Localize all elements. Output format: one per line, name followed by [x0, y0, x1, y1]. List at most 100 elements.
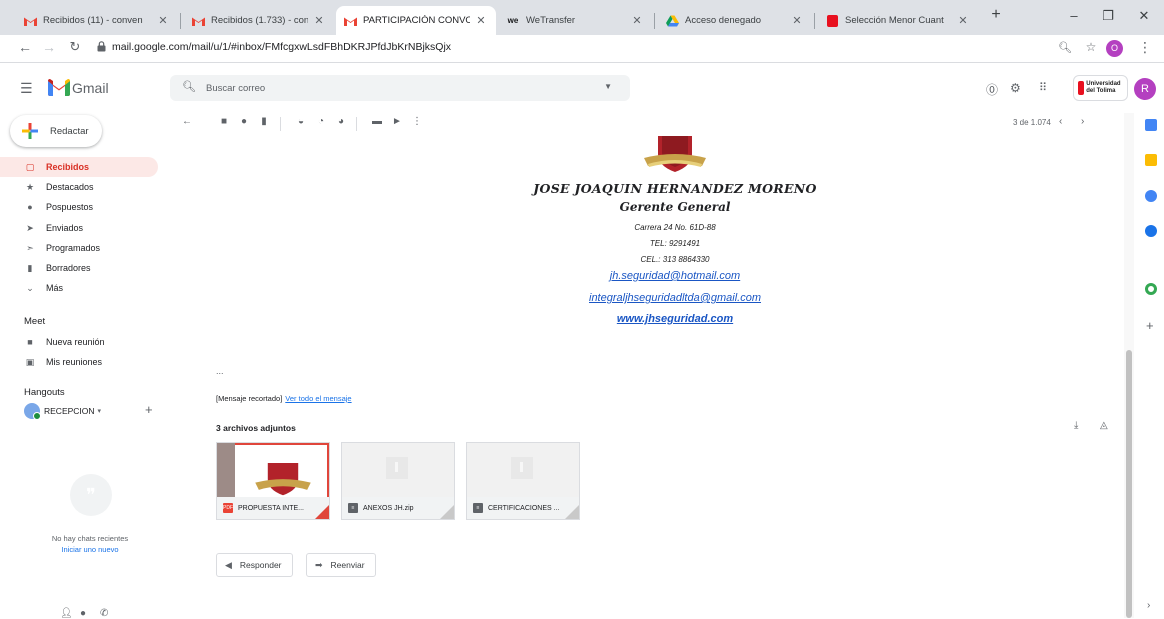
browser-tab-3-active[interactable]: PARTICIPACIÓN CONVO ✕: [336, 6, 496, 35]
meet-my-meetings[interactable]: ▣ Mis reuniones: [0, 352, 158, 372]
add-to-tasks-icon[interactable]: ◕: [334, 116, 348, 127]
expand-panel-icon[interactable]: ›: [1147, 600, 1150, 611]
view-full-message-link[interactable]: Ver todo el mensaje: [285, 394, 351, 403]
archive-icon[interactable]: ■: [217, 116, 231, 127]
get-addons-plus-icon[interactable]: +: [1146, 318, 1154, 333]
close-tab-icon[interactable]: ✕: [630, 14, 644, 27]
chevron-down-icon: ⌄: [26, 282, 34, 293]
minimize-icon[interactable]: –: [1064, 8, 1084, 23]
close-window-icon[interactable]: ✕: [1134, 8, 1154, 24]
snooze-icon[interactable]: ◔: [314, 116, 328, 127]
hangouts-heading: Hangouts: [24, 387, 65, 398]
main-menu-icon[interactable]: ☰: [20, 80, 33, 97]
new-chat-plus-icon[interactable]: +: [145, 402, 153, 417]
addon-icon[interactable]: [1145, 283, 1157, 295]
mark-unread-icon[interactable]: ◒: [294, 116, 308, 127]
browser-tab-4[interactable]: we WeTransfer ✕: [498, 6, 652, 35]
lock-icon[interactable]: [97, 41, 106, 52]
tab-title: PARTICIPACIÓN CONVO: [363, 15, 470, 26]
company-emblem-icon: [644, 136, 706, 172]
browser-menu-icon[interactable]: ⋮: [1136, 39, 1154, 56]
tab-divider: [654, 13, 655, 29]
browser-tab-2[interactable]: Recibidos (1.733) - con ✕: [184, 6, 334, 35]
older-icon[interactable]: ›: [1081, 116, 1084, 127]
compose-label: Redactar: [50, 125, 89, 137]
close-tab-icon[interactable]: ✕: [790, 14, 804, 27]
search-bar[interactable]: 🔍︎ Buscar correo ▼: [170, 75, 630, 101]
gmail-logo-icon[interactable]: [48, 79, 70, 96]
contacts-icon[interactable]: 👤︎: [60, 608, 73, 619]
scrollbar-thumb[interactable]: [1126, 350, 1132, 618]
tab-title: Selección Menor Cuant: [845, 15, 944, 26]
chat-bubble-icon: ❞: [70, 474, 112, 516]
report-spam-icon[interactable]: ●: [237, 116, 251, 127]
attachment-card-1[interactable]: PDF PROPUESTA INTE...: [216, 442, 330, 520]
browser-tab-6[interactable]: Selección Menor Cuant ✕: [818, 6, 978, 35]
meet-new-meeting[interactable]: ■ Nueva reunión: [0, 332, 158, 352]
page-fold-icon: [440, 505, 454, 519]
hangouts-user-selector[interactable]: RECEPCION ▾: [24, 403, 101, 420]
close-tab-icon[interactable]: ✕: [474, 14, 488, 27]
close-tab-icon[interactable]: ✕: [956, 14, 970, 27]
signature-website-link[interactable]: www.jhseguridad.com: [375, 313, 975, 325]
tasks-icon[interactable]: [1145, 190, 1157, 202]
nav-inbox[interactable]: ▢ Recibidos: [0, 157, 158, 177]
zoom-icon[interactable]: 🔍︎: [1056, 41, 1074, 54]
search-input[interactable]: Buscar correo: [206, 83, 265, 94]
reply-button[interactable]: ◀ Responder: [216, 553, 293, 577]
back-icon[interactable]: ←: [16, 39, 34, 55]
reload-icon[interactable]: ↻: [66, 39, 84, 55]
university-icon: [826, 14, 839, 27]
browser-tab-5[interactable]: Acceso denegado ✕: [658, 6, 812, 35]
new-tab-icon[interactable]: +: [986, 6, 1006, 24]
forward-button[interactable]: ➡ Reenviar: [306, 553, 376, 577]
apps-grid-icon[interactable]: ⠿: [1039, 81, 1047, 94]
search-options-icon[interactable]: ▼: [604, 82, 612, 91]
start-new-chat-link[interactable]: Iniciar uno nuevo: [0, 545, 180, 554]
bookmark-star-icon[interactable]: ☆: [1082, 40, 1100, 54]
page-fold-icon: [565, 505, 579, 519]
more-options-icon[interactable]: ⋮: [410, 116, 424, 127]
save-to-drive-icon[interactable]: ◬: [1100, 420, 1108, 431]
attachment-card-3[interactable]: ≡ CERTIFICACIONES ...: [466, 442, 580, 520]
nav-drafts[interactable]: ▮ Borradores: [0, 258, 158, 278]
organization-badge[interactable]: Universidad del Tolima: [1073, 75, 1128, 101]
account-avatar[interactable]: R: [1134, 78, 1156, 100]
app-name[interactable]: Gmail: [72, 80, 109, 96]
restore-icon[interactable]: ❐: [1098, 8, 1118, 24]
signature-email-link-1[interactable]: jh.seguridad@hotmail.com: [375, 270, 975, 282]
move-to-icon[interactable]: ▬: [370, 116, 384, 127]
nav-sent[interactable]: ➤ Enviados: [0, 218, 158, 238]
chat-icon[interactable]: ●: [80, 608, 86, 619]
attachment-label: ≡ ANEXOS JH.zip: [342, 497, 454, 519]
browser-tab-1[interactable]: Recibidos (11) - conven ✕: [16, 6, 178, 35]
nav-more[interactable]: ⌄ Más: [0, 278, 158, 298]
help-icon[interactable]: ⓪: [986, 81, 998, 98]
address-bar[interactable]: mail.google.com/mail/u/1/#inbox/FMfcgxwL…: [112, 41, 451, 53]
download-all-icon[interactable]: ⤓: [1074, 420, 1078, 431]
nav-starred[interactable]: ★ Destacados: [0, 177, 158, 197]
attachments-heading: 3 archivos adjuntos: [216, 423, 296, 433]
phone-icon[interactable]: ✆: [100, 608, 108, 619]
settings-gear-icon[interactable]: ⚙: [1010, 81, 1021, 95]
delete-icon[interactable]: ▮: [257, 116, 271, 127]
show-trimmed-content[interactable]: ...: [216, 366, 224, 376]
close-tab-icon[interactable]: ✕: [156, 14, 170, 27]
keep-icon[interactable]: [1145, 154, 1157, 166]
attachment-card-2[interactable]: ≡ ANEXOS JH.zip: [341, 442, 455, 520]
signature-email-link-2[interactable]: integraljhseguridadltda@gmail.com: [375, 292, 975, 304]
nav-scheduled[interactable]: ➣ Programados: [0, 238, 158, 258]
close-tab-icon[interactable]: ✕: [312, 14, 326, 27]
search-icon[interactable]: 🔍︎: [182, 80, 196, 93]
back-to-inbox-icon[interactable]: ←: [180, 116, 194, 127]
newer-icon[interactable]: ‹: [1059, 116, 1062, 127]
forward-icon[interactable]: →: [40, 39, 58, 55]
contacts-icon[interactable]: [1145, 225, 1157, 237]
calendar-icon[interactable]: [1145, 119, 1157, 131]
draft-icon: ▮: [27, 262, 33, 273]
signature-phone: TEL: 9291491: [649, 239, 701, 248]
nav-snoozed[interactable]: ● Pospuestos: [0, 197, 158, 217]
profile-avatar[interactable]: O: [1106, 40, 1123, 57]
compose-button[interactable]: Redactar: [10, 115, 102, 147]
label-icon[interactable]: ►: [390, 116, 404, 127]
